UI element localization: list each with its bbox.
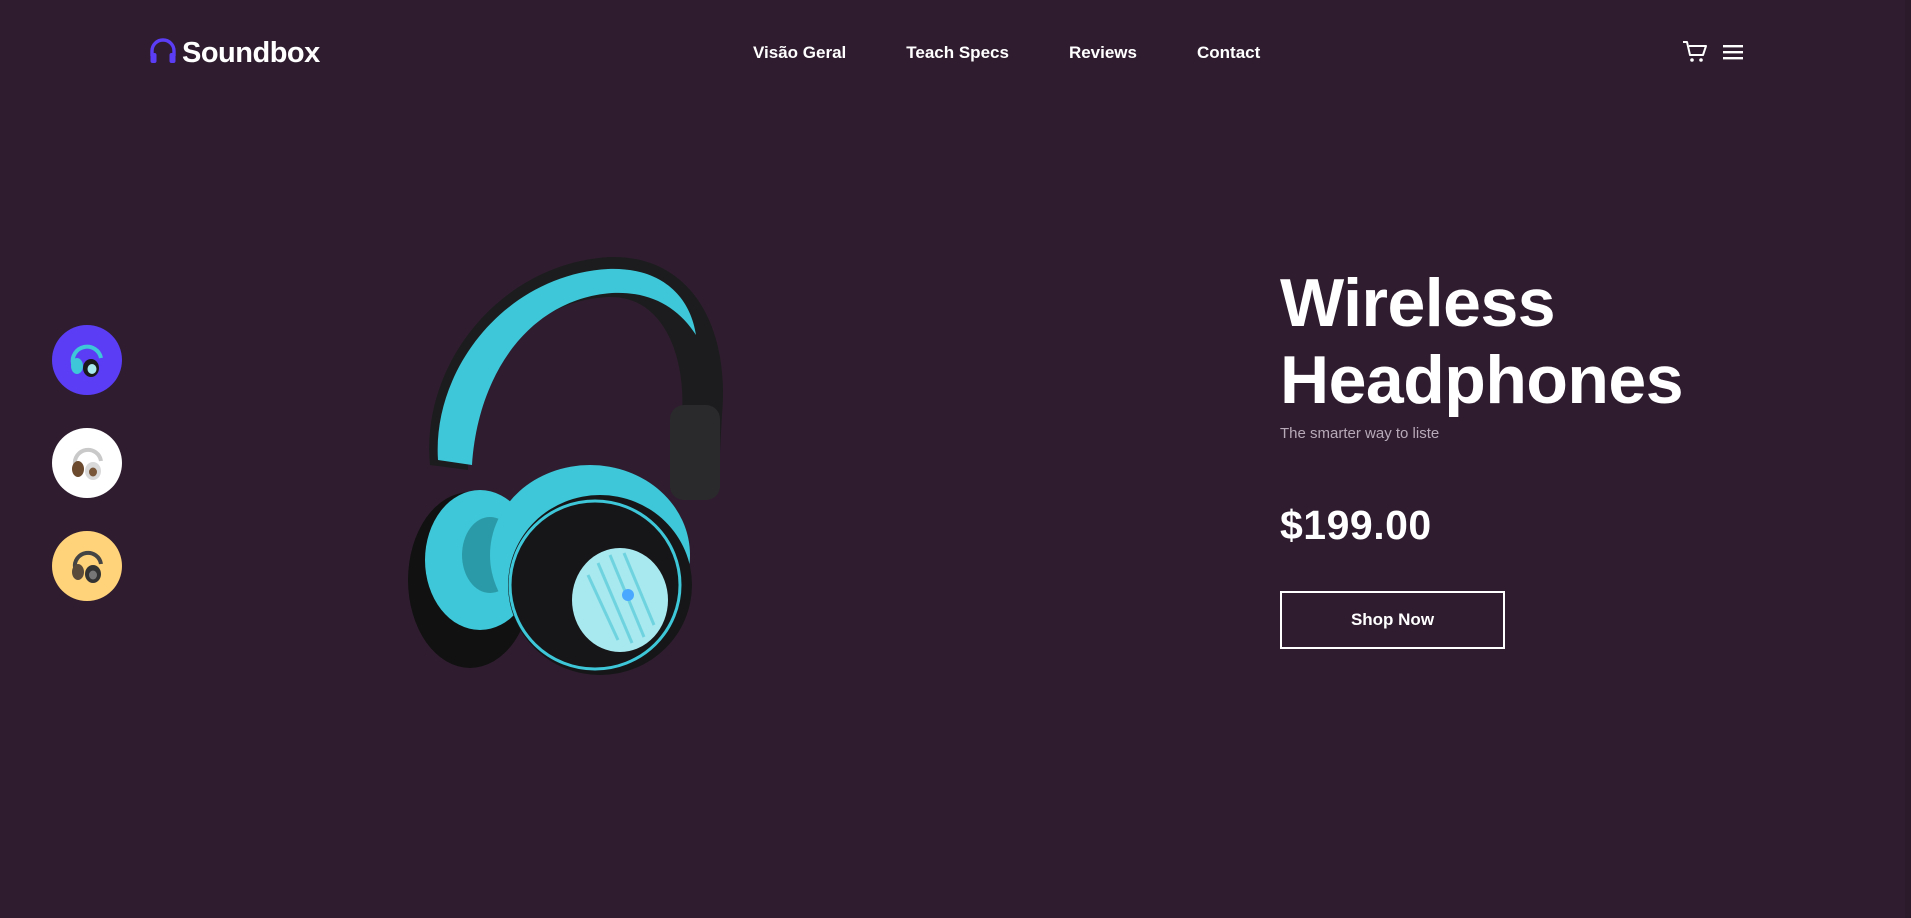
nav-item-contact[interactable]: Contact	[1197, 43, 1260, 63]
product-title-line2: Headphones	[1280, 342, 1684, 418]
product-title: Wireless Headphones	[1280, 265, 1684, 419]
main-nav: Visão Geral Teach Specs Reviews Contact	[753, 43, 1260, 63]
product-image	[360, 255, 740, 675]
thumbnail-dark-headphones[interactable]	[52, 531, 122, 601]
product-thumbnails	[52, 325, 122, 601]
nav-item-visao-geral[interactable]: Visão Geral	[753, 43, 846, 63]
headphones-thumb-icon	[72, 550, 103, 583]
scrollbar[interactable]	[1905, 0, 1911, 918]
shop-now-button[interactable]: Shop Now	[1280, 591, 1505, 649]
cart-icon[interactable]	[1682, 40, 1708, 69]
header-actions	[1682, 40, 1744, 69]
product-title-line1: Wireless	[1280, 265, 1556, 341]
headphones-thumb-icon	[72, 447, 103, 480]
product-price: $199.00	[1280, 502, 1432, 548]
headphones-thumb-icon	[70, 344, 103, 377]
product-info: Wireless Headphones The smarter way to l…	[1280, 265, 1684, 649]
landing-page: Soundbox Visão Geral Teach Specs Reviews…	[0, 0, 1911, 918]
headphones-icon	[148, 36, 178, 71]
thumbnail-blue-headphones[interactable]	[52, 325, 122, 395]
nav-item-teach-specs[interactable]: Teach Specs	[906, 43, 1009, 63]
thumbnail-white-headphones[interactable]	[52, 428, 122, 498]
menu-icon[interactable]	[1722, 43, 1744, 66]
brand-logo[interactable]: Soundbox	[148, 36, 320, 71]
brand-name: Soundbox	[182, 37, 320, 69]
product-subtitle: The smarter way to liste	[1280, 425, 1440, 442]
nav-item-reviews[interactable]: Reviews	[1069, 43, 1137, 63]
headphones-product-illustration	[408, 256, 724, 675]
